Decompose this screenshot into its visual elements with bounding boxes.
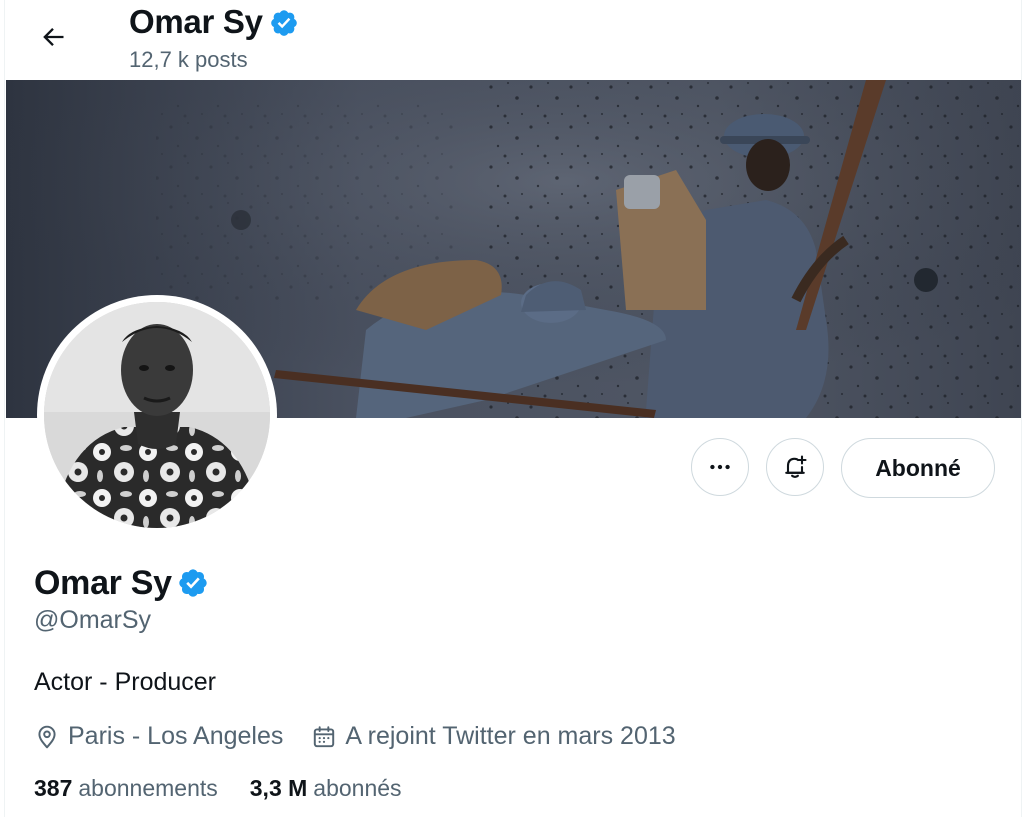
profile-header: Omar Sy 12,7 k posts <box>5 0 1021 80</box>
followers-count: 3,3 M <box>249 775 308 801</box>
location-pin-icon <box>34 724 60 750</box>
calendar-icon <box>311 724 337 750</box>
avatar-photo <box>44 302 270 528</box>
profile-name: Omar Sy <box>34 564 172 602</box>
header-title: Omar Sy <box>129 2 299 42</box>
followers-link[interactable]: 3,3 M abonnés <box>250 775 402 802</box>
joined-item: A rejoint Twitter en mars 2013 <box>311 722 676 751</box>
posts-count: 12,7 k posts <box>129 47 248 72</box>
following-link[interactable]: 387 abonnements <box>34 775 218 802</box>
profile-name-row: Omar Sy <box>34 562 209 604</box>
followers-label: abonnés <box>313 775 402 801</box>
joined-text: A rejoint Twitter en mars 2013 <box>345 722 676 750</box>
following-label: abonnements <box>78 775 218 801</box>
more-options-button[interactable] <box>691 438 749 496</box>
location-text: Paris - Los Angeles <box>68 722 284 750</box>
profile-page: Omar Sy 12,7 k posts Abonné Omar Sy @Oma… <box>4 0 1022 817</box>
notifications-button[interactable] <box>766 438 824 496</box>
following-count: 387 <box>34 775 73 801</box>
profile-avatar[interactable] <box>37 295 277 535</box>
header-name: Omar Sy <box>129 3 263 40</box>
bell-plus-icon <box>785 455 807 478</box>
back-button[interactable] <box>33 17 73 57</box>
profile-bio: Actor - Producer <box>34 668 217 696</box>
following-button[interactable]: Abonné <box>841 438 995 498</box>
verified-badge-icon[interactable] <box>177 567 209 599</box>
arrow-left-icon <box>43 28 64 46</box>
profile-handle: @OmarSy <box>34 606 152 634</box>
location-item: Paris - Los Angeles <box>34 722 283 751</box>
profile-meta: Paris - Los Angeles A rejoint Twitter en… <box>34 722 676 751</box>
profile-stats: 387 abonnements 3,3 M abonnés <box>34 775 402 802</box>
avatar-image <box>44 302 270 528</box>
verified-badge-icon <box>270 10 297 36</box>
more-horizontal-icon <box>710 464 730 470</box>
